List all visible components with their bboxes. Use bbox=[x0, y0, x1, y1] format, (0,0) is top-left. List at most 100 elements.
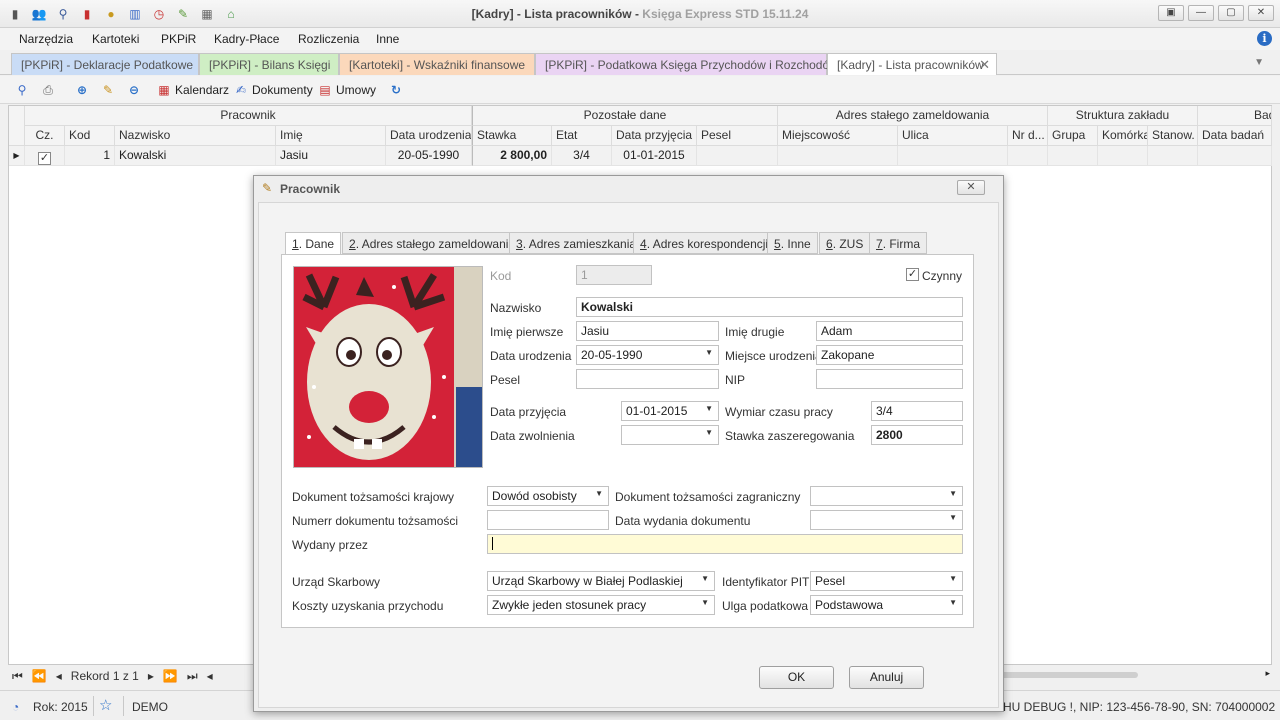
table-row-ulica[interactable] bbox=[898, 146, 1008, 166]
table-row-miejscowosc[interactable] bbox=[778, 146, 898, 166]
table-row-stawka[interactable]: 2 800,00 bbox=[472, 146, 552, 166]
restore-layout-button[interactable]: ▣ bbox=[1158, 5, 1184, 21]
scrollbar-thumb[interactable] bbox=[1000, 672, 1138, 678]
table-row-etat[interactable]: 3/4 bbox=[552, 146, 612, 166]
scroll-left-icon[interactable]: ◂ bbox=[207, 669, 213, 683]
edit-button[interactable]: ✎ bbox=[100, 81, 116, 99]
chevron-down-icon[interactable]: ▼ bbox=[949, 489, 957, 498]
employee-photo[interactable] bbox=[293, 266, 483, 468]
koszty-select[interactable]: Zwykłe jeden stosunek pracy ▼ bbox=[487, 595, 715, 615]
col-kod[interactable]: Kod bbox=[65, 126, 115, 146]
col-data-przyjecia[interactable]: Data przyjęcia bbox=[612, 126, 697, 146]
col-stanowisko[interactable]: Stanow. bbox=[1148, 126, 1198, 146]
table-row-data-urodzenia[interactable]: 20-05-1990 bbox=[386, 146, 472, 166]
tab-zus[interactable]: 6. ZUS bbox=[819, 232, 871, 254]
menu-rozliczenia[interactable]: Rozliczenia bbox=[298, 32, 359, 46]
add-button[interactable]: ⊕ bbox=[74, 81, 90, 99]
table-row-data-badan[interactable] bbox=[1198, 146, 1272, 166]
data-przyjecia-picker[interactable]: 01-01-2015 ▼ bbox=[621, 401, 719, 421]
table-row-data-przyjecia[interactable]: 01-01-2015 bbox=[612, 146, 697, 166]
dokumenty-button[interactable]: ✍ Dokumenty bbox=[233, 81, 313, 99]
dok-zagraniczny-select[interactable]: ▼ bbox=[810, 486, 963, 506]
umowy-button[interactable]: ▤ Umowy bbox=[317, 81, 376, 99]
next-page-icon[interactable]: ⏩ bbox=[163, 669, 178, 683]
refresh-button[interactable]: ↻ bbox=[388, 81, 404, 99]
kalendarz-button[interactable]: ▦ Kalendarz bbox=[156, 81, 229, 99]
preview-button[interactable]: ⚲ bbox=[14, 81, 30, 99]
scroll-right-icon[interactable]: ▸ bbox=[1265, 668, 1270, 679]
table-row-cz[interactable]: ✓ bbox=[25, 146, 65, 166]
table-row-nr-domu[interactable] bbox=[1008, 146, 1048, 166]
tab-adres-korespondencji[interactable]: 4. Adres korespondencji bbox=[633, 232, 776, 254]
tab-dane[interactable]: 1. Dane bbox=[285, 232, 342, 255]
chevron-down-icon[interactable]: ▼ bbox=[595, 489, 603, 498]
col-grupa[interactable]: Grupa bbox=[1048, 126, 1098, 146]
col-miejscowosc[interactable]: Miejscowość bbox=[778, 126, 898, 146]
imie-drugie-field[interactable]: Adam bbox=[816, 321, 963, 341]
menu-kadry-place[interactable]: Kadry-Płace bbox=[214, 32, 279, 46]
doc-tab-wskazniki[interactable]: [Kartoteki] - Wskaźniki finansowe bbox=[339, 53, 535, 75]
table-row-stanowisko[interactable] bbox=[1148, 146, 1198, 166]
dok-krajowy-select[interactable]: Dowód osobisty ▼ bbox=[487, 486, 609, 506]
table-row-nazwisko[interactable]: Kowalski bbox=[115, 146, 276, 166]
table-row-imie[interactable]: Jasiu bbox=[276, 146, 386, 166]
col-etat[interactable]: Etat bbox=[552, 126, 612, 146]
doc-tab-ksiega[interactable]: [PKPiR] - Podatkowa Księga Przychodów i … bbox=[535, 53, 838, 75]
tabs-dropdown-icon[interactable]: ▼ bbox=[1254, 57, 1264, 68]
doc-tab-lista-pracownikow[interactable]: [Kadry] - Lista pracowników ✕ bbox=[827, 53, 997, 75]
chevron-down-icon[interactable]: ▼ bbox=[949, 574, 957, 583]
col-nazwisko[interactable]: Nazwisko bbox=[115, 126, 276, 146]
dialog-close-button[interactable]: ✕ bbox=[957, 180, 985, 195]
chevron-down-icon[interactable]: ▼ bbox=[701, 574, 709, 583]
col-ulica[interactable]: Ulica bbox=[898, 126, 1008, 146]
pesel-field[interactable] bbox=[576, 369, 719, 389]
menu-inne[interactable]: Inne bbox=[376, 32, 399, 46]
col-pesel[interactable]: Pesel bbox=[697, 126, 778, 146]
horizontal-scrollbar[interactable]: ▸ bbox=[1000, 668, 1270, 680]
table-row-komorka[interactable] bbox=[1098, 146, 1148, 166]
close-button[interactable]: ✕ bbox=[1248, 5, 1274, 21]
next-record-icon[interactable]: ▸ bbox=[148, 669, 154, 683]
chevron-down-icon[interactable]: ▼ bbox=[705, 348, 713, 357]
urzad-select[interactable]: Urząd Skarbowy w Białej Podlaskiej ▼ bbox=[487, 571, 715, 591]
col-komorka[interactable]: Komórka bbox=[1098, 126, 1148, 146]
close-tab-icon[interactable]: ✕ bbox=[979, 57, 990, 73]
nip-field[interactable] bbox=[816, 369, 963, 389]
favorite-icon[interactable]: ☆ bbox=[99, 696, 112, 714]
chevron-down-icon[interactable]: ▼ bbox=[705, 428, 713, 437]
miejsce-urodzenia-field[interactable]: Zakopane bbox=[816, 345, 963, 365]
col-imie[interactable]: Imię bbox=[276, 126, 386, 146]
print-button[interactable]: ⎙ bbox=[40, 81, 56, 99]
delete-button[interactable]: ⊖ bbox=[126, 81, 142, 99]
chevron-down-icon[interactable]: ▼ bbox=[705, 404, 713, 413]
data-wydania-picker[interactable]: ▼ bbox=[810, 510, 963, 530]
col-stawka[interactable]: Stawka bbox=[472, 126, 552, 146]
year-label[interactable]: Rok: 2015 bbox=[33, 700, 88, 714]
table-row-kod[interactable]: 1 bbox=[65, 146, 115, 166]
row-checkbox[interactable]: ✓ bbox=[38, 152, 51, 165]
wymiar-field[interactable]: 3/4 bbox=[871, 401, 963, 421]
czynny-checkbox[interactable]: ✓ bbox=[906, 268, 919, 281]
last-record-icon[interactable]: ⏭ bbox=[187, 669, 198, 684]
tab-firma[interactable]: 7. Firma bbox=[869, 232, 928, 254]
col-data-urodzenia[interactable]: Data urodzenia bbox=[386, 126, 472, 146]
first-record-icon[interactable]: ⏮ bbox=[12, 669, 23, 684]
doc-tab-bilans[interactable]: [PKPiR] - Bilans Księgi bbox=[199, 53, 339, 75]
ulga-select[interactable]: Podstawowa ▼ bbox=[810, 595, 963, 615]
menu-kartoteki[interactable]: Kartoteki bbox=[92, 32, 139, 46]
prev-record-icon[interactable]: ◂ bbox=[56, 669, 62, 683]
imie-pierwsze-field[interactable]: Jasiu bbox=[576, 321, 719, 341]
data-zwolnienia-picker[interactable]: ▼ bbox=[621, 425, 719, 445]
col-cz[interactable]: Cz. bbox=[25, 126, 65, 146]
table-row-pesel[interactable] bbox=[697, 146, 778, 166]
ok-button[interactable]: OK bbox=[759, 666, 834, 689]
identyfikator-pit-select[interactable]: Pesel ▼ bbox=[810, 571, 963, 591]
tab-inne[interactable]: 5. Inne bbox=[767, 232, 818, 254]
minimize-button[interactable]: — bbox=[1188, 5, 1214, 21]
tab-adres-zameldowania[interactable]: 2. Adres stałego zameldowania bbox=[342, 232, 523, 254]
info-icon[interactable]: i bbox=[1257, 31, 1272, 46]
stawka-field[interactable]: 2800 bbox=[871, 425, 963, 445]
prev-page-icon[interactable]: ⏪ bbox=[32, 669, 47, 683]
doc-tab-deklaracje[interactable]: [PKPiR] - Deklaracje Podatkowe bbox=[11, 53, 199, 75]
chevron-down-icon[interactable]: ▼ bbox=[701, 598, 709, 607]
